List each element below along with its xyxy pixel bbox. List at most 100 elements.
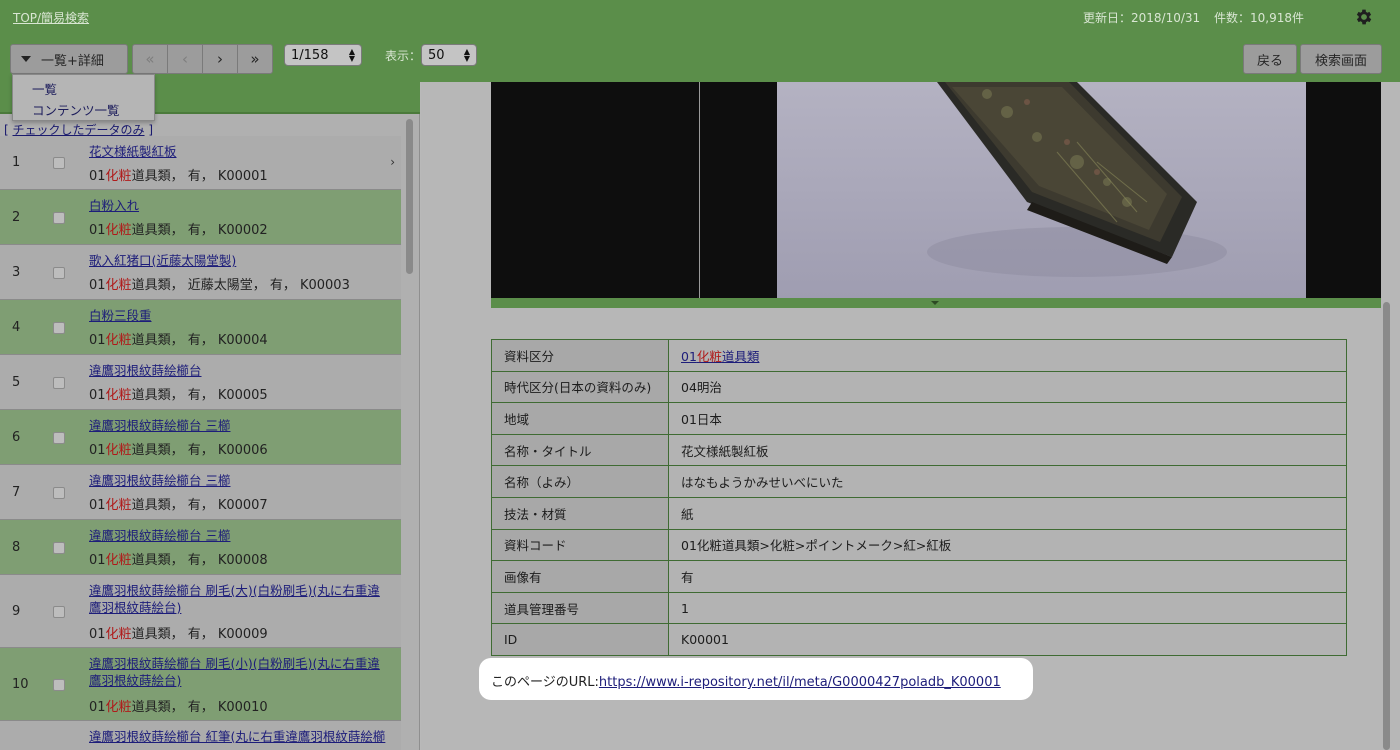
- list-item-title[interactable]: 花文様紙製紅板: [89, 143, 389, 160]
- list-item-checkbox[interactable]: [53, 377, 65, 389]
- metadata-row: 技法・材質紙: [491, 496, 1347, 530]
- metadata-value: 花文様紙製紅板: [668, 433, 1347, 467]
- list-item[interactable]: 4 白粉三段重 01化粧道具類， 有， K00004: [0, 300, 401, 355]
- metadata-key: 道具管理番号: [491, 591, 669, 625]
- list-item-title[interactable]: 違鷹羽根紋蒔絵櫛台: [89, 362, 389, 379]
- list-item-checkbox[interactable]: [53, 542, 65, 554]
- list-item-meta-post: 道具類， 有， K00009: [131, 627, 268, 642]
- category-link[interactable]: 01化粧道具類: [681, 349, 759, 364]
- metadata-row: 画像有有: [491, 560, 1347, 593]
- list-scrollbar-thumb[interactable]: [406, 119, 413, 274]
- list-item-number: 7: [12, 485, 21, 500]
- metadata-value: K00001: [668, 623, 1347, 656]
- list-item-meta-post: 道具類， 有， K00005: [131, 388, 268, 403]
- per-page-select[interactable]: 50 ▲ ▼: [421, 44, 477, 66]
- list-item-checkbox[interactable]: [53, 487, 65, 499]
- view-mode-label: 一覧+詳細: [41, 53, 104, 69]
- list-item[interactable]: 8 違鷹羽根紋蒔絵櫛台 三櫛 01化粧道具類， 有， K00008: [0, 520, 401, 575]
- list-item-title[interactable]: 白粉三段重: [89, 307, 389, 324]
- list-item-meta: 01化粧道具類， 有， K00007: [89, 494, 268, 513]
- list-item[interactable]: 10 違鷹羽根紋蒔絵櫛台 刷毛(小)(白粉刷毛)(丸に右重違鷹羽根紋蒔絵台) 01化…: [0, 648, 401, 721]
- first-page-button[interactable]: «: [132, 44, 168, 74]
- list-item-title[interactable]: 違鷹羽根紋蒔絵櫛台 紅筆(丸に右重違鷹羽根紋蒔絵櫛: [89, 728, 389, 745]
- display-label: 表示：: [385, 49, 422, 63]
- list-item-checkbox[interactable]: [53, 606, 65, 618]
- list-item[interactable]: 1 花文様紙製紅板 01化粧道具類， 有， K00001 ›: [0, 136, 401, 190]
- gear-icon[interactable]: [1354, 7, 1374, 27]
- category-link-highlight: 化粧: [696, 348, 722, 364]
- list-item-meta: 01化粧道具類， 有， K00008: [89, 549, 268, 568]
- list-item-checkbox[interactable]: [53, 322, 65, 334]
- metadata-value-text: はなもようかみせいべにいた: [681, 475, 844, 491]
- search-screen-button[interactable]: 検索画面: [1300, 44, 1382, 74]
- viewer-divider: [699, 82, 700, 298]
- list-item[interactable]: 7 違鷹羽根紋蒔絵櫛台 三櫛 01化粧道具類， 有， K00007: [0, 465, 401, 520]
- collapse-triangle-icon: [931, 301, 939, 305]
- list-item-title[interactable]: 違鷹羽根紋蒔絵櫛台 刷毛(大)(白粉刷毛)(丸に右重違鷹羽根紋蒔絵台): [89, 582, 389, 616]
- result-list: 1 花文様紙製紅板 01化粧道具類， 有， K00001 › 2 白粉入れ 01化粧道具類，…: [0, 136, 401, 750]
- list-item-meta-pre: 01: [89, 388, 106, 403]
- view-mode-button[interactable]: 一覧+詳細: [10, 44, 128, 74]
- metadata-value: 1: [668, 591, 1347, 625]
- list-item[interactable]: 2 白粉入れ 01化粧道具類， 有， K00002: [0, 190, 401, 245]
- back-button[interactable]: 戻る: [1243, 44, 1297, 74]
- list-item-title[interactable]: 歌入紅猪口(近藤太陽堂製): [89, 252, 389, 269]
- pager: « ‹ › »: [132, 44, 273, 74]
- dropdown-item-contents[interactable]: コンテンツ一覧: [32, 100, 120, 119]
- image-viewer[interactable]: [491, 82, 1381, 298]
- list-item-meta-pre: 01: [89, 700, 106, 715]
- list-item-title[interactable]: 違鷹羽根紋蒔絵櫛台 刷毛(小)(白粉刷毛)(丸に右重違鷹羽根紋蒔絵台): [89, 655, 389, 689]
- metadata-key: 地域: [491, 402, 669, 435]
- detail-scrollbar[interactable]: [1383, 302, 1391, 750]
- list-item-checkbox[interactable]: [53, 212, 65, 224]
- metadata-value-text: 01化粧道具類>化粧>ポイントメーク>紅>紅板: [681, 538, 952, 554]
- checked-only-link[interactable]: チェックしたデータのみ: [13, 123, 145, 137]
- list-item[interactable]: 5 違鷹羽根紋蒔絵櫛台 01化粧道具類， 有， K00005: [0, 355, 401, 410]
- metadata-row: 地域 01日本: [491, 402, 1347, 435]
- list-item-meta-highlight: 化粧: [105, 443, 132, 458]
- list-item-meta-post: 道具類， 有， K00007: [131, 498, 268, 513]
- list-item-checkbox[interactable]: [53, 157, 65, 169]
- metadata-value-text: 01日本: [681, 411, 722, 427]
- list-item-checkbox[interactable]: [53, 432, 65, 444]
- next-page-button[interactable]: ›: [202, 44, 238, 74]
- header-meta: 更新日：2018/10/31 件数：10,918件: [1073, 9, 1304, 26]
- list-scrollbar[interactable]: [406, 119, 414, 747]
- list-item-title[interactable]: 違鷹羽根紋蒔絵櫛台 三櫛: [89, 527, 389, 544]
- list-item-meta-pre: 01: [89, 333, 106, 348]
- list-item-meta-pre: 01: [89, 553, 106, 568]
- list-item-title[interactable]: 違鷹羽根紋蒔絵櫛台 三櫛: [89, 472, 389, 489]
- dropdown-item-list[interactable]: 一覧: [32, 79, 57, 98]
- page-url-link[interactable]: https://www.i-repository.net/il/meta/G00…: [599, 675, 1001, 690]
- list-item[interactable]: 6 違鷹羽根紋蒔絵櫛台 三櫛 01化粧道具類， 有， K00006: [0, 410, 401, 465]
- breadcrumb-link[interactable]: TOP/簡易検索: [13, 9, 89, 26]
- list-item-number: 3: [12, 265, 21, 280]
- list-item-meta-highlight: 化粧: [105, 553, 132, 568]
- metadata-value: はなもようかみせいべにいた: [668, 465, 1347, 498]
- metadata-key: 名称（よみ）: [491, 465, 669, 498]
- list-item-number: 9: [12, 604, 21, 619]
- viewer-toggle-bar[interactable]: [491, 298, 1381, 308]
- metadata-key: 技法・材質: [491, 496, 669, 530]
- category-link-post: 道具類: [721, 348, 760, 364]
- last-page-button[interactable]: »: [237, 44, 273, 74]
- list-item-number: 4: [12, 320, 21, 335]
- category-link-pre: 01: [681, 348, 697, 364]
- metadata-value: 01日本: [668, 402, 1347, 435]
- metadata-value: 有: [668, 560, 1347, 593]
- list-item-title[interactable]: 違鷹羽根紋蒔絵櫛台 三櫛: [89, 417, 389, 434]
- metadata-value-text: 04明治: [681, 380, 722, 396]
- metadata-value: 紙: [668, 496, 1347, 530]
- prev-page-button[interactable]: ‹: [167, 44, 203, 74]
- list-item[interactable]: 3 歌入紅猪口(近藤太陽堂製) 01化粧道具類， 近藤太陽堂， 有， K00003: [0, 245, 401, 300]
- select-arrows-icon: ▲ ▼: [348, 47, 355, 63]
- view-mode-dropdown: 一覧 コンテンツ一覧: [12, 74, 155, 121]
- detail-scrollbar-thumb[interactable]: [1383, 302, 1390, 750]
- list-item-title[interactable]: 白粉入れ: [89, 197, 389, 214]
- list-item[interactable]: 9 違鷹羽根紋蒔絵櫛台 刷毛(大)(白粉刷毛)(丸に右重違鷹羽根紋蒔絵台) 01化粧…: [0, 575, 401, 648]
- list-item-checkbox[interactable]: [53, 267, 65, 279]
- page-select[interactable]: 1/158 ▲ ▼: [284, 44, 362, 66]
- top-bar: TOP/簡易検索 更新日：2018/10/31 件数：10,918件 一覧+詳細…: [0, 0, 1400, 82]
- list-item-checkbox[interactable]: [53, 679, 65, 691]
- list-item[interactable]: 違鷹羽根紋蒔絵櫛台 紅筆(丸に右重違鷹羽根紋蒔絵櫛: [0, 721, 401, 750]
